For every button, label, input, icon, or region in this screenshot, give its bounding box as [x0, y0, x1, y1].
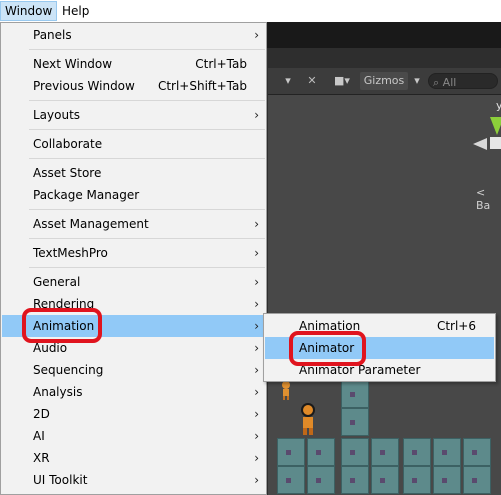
shading-dropdown-icon[interactable]: ▾ [278, 72, 298, 90]
scene-tile [371, 466, 399, 494]
menu-item-label: Panels [33, 28, 72, 42]
menu-item-next-window[interactable]: Next Window Ctrl+Tab [2, 53, 265, 75]
chevron-right-icon: › [254, 363, 259, 377]
menu-item-label: AI [33, 429, 45, 443]
gizmos-dropdown-icon[interactable]: ▾ [410, 72, 424, 90]
menu-item-label: Asset Store [33, 166, 102, 180]
chevron-right-icon: › [254, 473, 259, 487]
menu-item-label: TextMeshPro [33, 246, 108, 260]
menu-item-label: Next Window [33, 57, 113, 71]
menu-separator [29, 100, 265, 101]
scene-tile [341, 408, 369, 436]
menu-item-label: Previous Window [33, 79, 135, 93]
gizmo-x-axis-icon[interactable] [473, 138, 487, 150]
search-icon: ⌕ [433, 76, 443, 89]
chevron-right-icon: › [254, 297, 259, 311]
chevron-right-icon: › [254, 407, 259, 421]
scene-tile [307, 466, 335, 494]
menu-separator [29, 158, 265, 159]
chevron-right-icon: › [254, 429, 259, 443]
menu-separator [29, 209, 265, 210]
scene-tile [277, 466, 305, 494]
chevron-right-icon: › [254, 275, 259, 289]
chevron-right-icon: › [254, 319, 259, 333]
scene-tile [463, 438, 491, 466]
scene-tile [341, 380, 369, 408]
menu-item-shortcut: Ctrl+Shift+Tab [157, 79, 247, 93]
scene-tile [433, 466, 461, 494]
menu-item-sequencing[interactable]: Sequencing › [2, 359, 265, 381]
menu-separator [29, 49, 265, 50]
gizmo-persp-label[interactable]: < Ba [476, 186, 501, 212]
menu-help[interactable]: Help [58, 2, 93, 20]
menu-item-label: Collaborate [33, 137, 103, 151]
chevron-right-icon: › [254, 341, 259, 355]
scene-tile [341, 438, 369, 466]
menu-item-shortcut: Ctrl+Tab [195, 57, 247, 71]
menu-item-asset-management[interactable]: Asset Management › [2, 213, 265, 235]
menu-item-label: UI Toolkit [33, 473, 88, 487]
gizmo-y-label: y [496, 99, 501, 112]
annotation-highlight-animator [289, 331, 366, 366]
chevron-right-icon: › [254, 246, 259, 260]
scene-tile [277, 438, 305, 466]
menu-item-ui-toolkit[interactable]: UI Toolkit › [2, 469, 265, 491]
menu-item-label: XR [33, 451, 50, 465]
character-sprite-small [282, 381, 290, 400]
main-menu-bar: Window Help [0, 0, 501, 23]
scene-tile [403, 466, 431, 494]
menu-item-xr[interactable]: XR › [2, 447, 265, 469]
menu-item-analysis[interactable]: Analysis › [2, 381, 265, 403]
chevron-right-icon: › [254, 217, 259, 231]
scene-tile [371, 438, 399, 466]
scene-tile [463, 466, 491, 494]
gizmos-button[interactable]: Gizmos [360, 72, 408, 90]
menu-item-textmeshpro[interactable]: TextMeshPro › [2, 242, 265, 264]
scene-tile [307, 438, 335, 466]
annotation-highlight-animation [22, 308, 102, 343]
chevron-right-icon: › [254, 385, 259, 399]
menu-item-label: 2D [33, 407, 50, 421]
menu-item-label: Analysis [33, 385, 83, 399]
scene-tile [403, 438, 431, 466]
menu-item-layouts[interactable]: Layouts › [2, 104, 265, 126]
menu-item-panels[interactable]: Panels › [2, 24, 265, 46]
scene-tile [433, 438, 461, 466]
gizmo-center-icon[interactable] [490, 137, 501, 149]
menu-item-label: General [33, 275, 81, 289]
chevron-right-icon: › [254, 451, 259, 465]
gizmo-y-axis-icon[interactable] [490, 117, 501, 135]
window-menu: Panels › Next Window Ctrl+Tab Previous W… [0, 22, 267, 495]
menu-item-previous-window[interactable]: Previous Window Ctrl+Shift+Tab [2, 75, 265, 97]
menu-separator [29, 267, 265, 268]
menu-item-label: Layouts [33, 108, 81, 122]
scene-toolbar: ▾ ✕ ■▾ Gizmos ▾ ⌕ All [268, 68, 501, 95]
chevron-right-icon: › [254, 108, 259, 122]
character-sprite [301, 403, 315, 435]
submenu-item-shortcut: Ctrl+6 [436, 319, 476, 333]
menu-item-label: Sequencing [33, 363, 104, 377]
menu-item-label: Asset Management [33, 217, 149, 231]
menu-item-2d[interactable]: 2D › [2, 403, 265, 425]
menu-item-ai[interactable]: AI › [2, 425, 265, 447]
menu-separator [29, 129, 265, 130]
menu-item-asset-store[interactable]: Asset Store [2, 162, 265, 184]
menu-separator [29, 238, 265, 239]
tools-icon[interactable]: ✕ [302, 72, 322, 90]
chevron-right-icon: › [254, 28, 259, 42]
scene-tile [341, 466, 369, 494]
menu-item-package-manager[interactable]: Package Manager [2, 184, 265, 206]
menu-window[interactable]: Window [0, 1, 58, 21]
menu-item-label: Package Manager [33, 188, 140, 202]
scene-search-input[interactable]: ⌕ All [428, 73, 498, 89]
menu-item-general[interactable]: General › [2, 271, 265, 293]
menu-item-collaborate[interactable]: Collaborate [2, 133, 265, 155]
search-placeholder: All [442, 76, 457, 89]
camera-icon[interactable]: ■▾ [328, 72, 356, 90]
